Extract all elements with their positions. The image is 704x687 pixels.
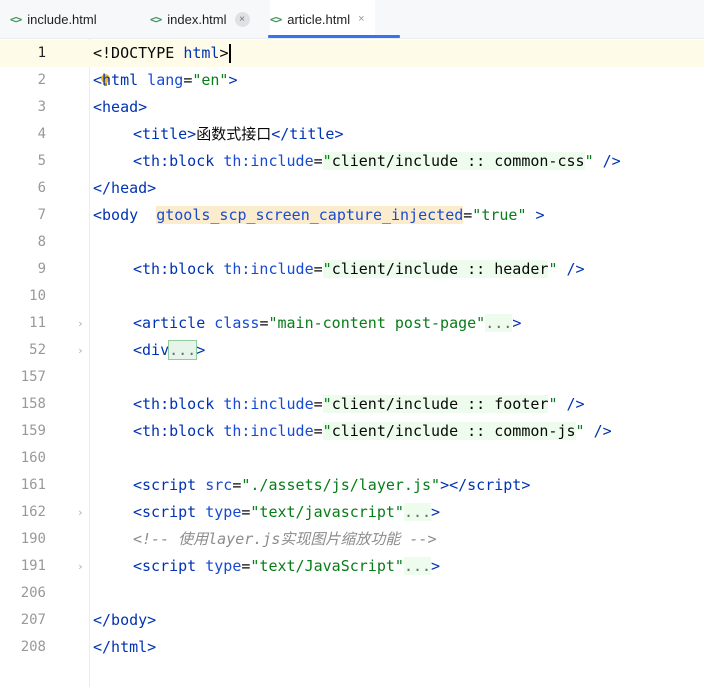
- line-number: 158: [20, 396, 46, 412]
- code-line[interactable]: 9 <th:block th:include="client/include :…: [0, 256, 704, 283]
- code-text: </html>: [93, 638, 157, 656]
- line-number: 159: [20, 423, 46, 439]
- code-line[interactable]: 4 <title>函数式接口</title>: [0, 121, 704, 148]
- code-line[interactable]: 7 <body gtools_scp_screen_capture_inject…: [0, 202, 704, 229]
- editor-tab-bar: <> include.html <> index.html × <> artic…: [0, 0, 704, 39]
- folded-region: ...: [485, 314, 513, 332]
- fold-expand-icon[interactable]: ›: [77, 337, 84, 364]
- line-number: 5: [37, 153, 46, 169]
- code-line[interactable]: 208 </html>: [0, 634, 704, 661]
- close-icon[interactable]: ×: [358, 13, 364, 25]
- line-number: 157: [20, 369, 46, 385]
- code-editor[interactable]: 1 <!DOCTYPE html> 2 <html lang="en"> 3 <…: [0, 39, 704, 687]
- line-number: 208: [20, 639, 46, 655]
- code-text: <script src="./assets/js/layer.js"></scr…: [133, 476, 531, 494]
- code-text: <title>函数式接口</title>: [133, 125, 344, 143]
- code-line[interactable]: 162 › <script type="text/javascript"...>: [0, 499, 704, 526]
- html-tag-icon: <>: [150, 12, 162, 26]
- line-number: 162: [20, 504, 46, 520]
- code-line[interactable]: 207 </body>: [0, 607, 704, 634]
- code-text: <script type="text/JavaScript"...>: [133, 557, 441, 575]
- tab-index-html[interactable]: <> index.html ×: [150, 0, 250, 38]
- tab-label: index.html: [167, 11, 227, 27]
- line-number: 4: [37, 126, 46, 142]
- line-number: 160: [20, 450, 46, 466]
- line-number: 11: [29, 315, 46, 331]
- code-text: <th:block th:include="client/include :: …: [133, 422, 612, 440]
- line-number: 2: [37, 72, 46, 88]
- code-line[interactable]: 11 › <article class="main-content post-p…: [0, 310, 704, 337]
- tab-include-html[interactable]: <> include.html: [10, 0, 97, 38]
- line-number: 10: [29, 288, 46, 304]
- code-line[interactable]: 1 <!DOCTYPE html>: [0, 40, 704, 67]
- line-number: 8: [37, 234, 46, 250]
- code-text: <!DOCTYPE html>: [93, 40, 232, 67]
- code-text: <th:block th:include="client/include :: …: [133, 395, 585, 413]
- code-text: <th:block th:include="client/include :: …: [133, 260, 585, 278]
- code-text: <div...>: [133, 340, 206, 360]
- active-tab-indicator: [268, 35, 400, 38]
- folded-region: ...: [168, 340, 198, 360]
- line-number: 52: [29, 342, 46, 358]
- code-text: <th:block th:include="client/include :: …: [133, 152, 621, 170]
- code-line[interactable]: 52 › <div...>: [0, 337, 704, 364]
- line-number: 191: [20, 558, 46, 574]
- html-tag-icon: <>: [10, 12, 22, 26]
- tab-label: article.html: [287, 11, 351, 27]
- line-number: 161: [20, 477, 46, 493]
- code-comment: <!-- 使用layer.js实现图片缩放功能 -->: [133, 530, 437, 548]
- line-number: 1: [37, 45, 46, 61]
- code-line[interactable]: 3 <head>: [0, 94, 704, 121]
- code-line[interactable]: 161 <script src="./assets/js/layer.js"><…: [0, 472, 704, 499]
- text-caret: [229, 44, 232, 63]
- code-line[interactable]: 160: [0, 445, 704, 472]
- close-icon[interactable]: ×: [234, 11, 250, 27]
- line-number: 206: [20, 585, 46, 601]
- tab-label: include.html: [27, 11, 97, 27]
- code-text: <script type="text/javascript"...>: [133, 503, 441, 521]
- fold-expand-icon[interactable]: ›: [77, 553, 84, 580]
- code-line[interactable]: 10: [0, 283, 704, 310]
- code-text: <head>: [93, 98, 148, 116]
- code-text: <html lang="en">: [93, 71, 238, 89]
- folded-region: ...: [403, 503, 432, 521]
- code-line[interactable]: 2 <html lang="en">: [0, 67, 704, 94]
- fold-expand-icon[interactable]: ›: [77, 310, 84, 337]
- code-text: <article class="main-content post-page".…: [133, 314, 522, 332]
- tab-article-html[interactable]: <> article.html ×: [270, 0, 375, 38]
- code-line[interactable]: 159 <th:block th:include="client/include…: [0, 418, 704, 445]
- code-text: </body>: [93, 611, 157, 629]
- line-number: 9: [37, 261, 46, 277]
- folded-region: ...: [403, 557, 432, 575]
- code-line[interactable]: 8: [0, 229, 704, 256]
- line-number: 190: [20, 531, 46, 547]
- code-line[interactable]: 157: [0, 364, 704, 391]
- html-tag-icon: <>: [270, 12, 282, 26]
- fold-expand-icon[interactable]: ›: [77, 499, 84, 526]
- code-line[interactable]: 5 <th:block th:include="client/include :…: [0, 148, 704, 175]
- code-text: </head>: [93, 179, 157, 197]
- line-number: 207: [20, 612, 46, 628]
- code-line[interactable]: 6 </head>: [0, 175, 704, 202]
- code-text: <body gtools_scp_screen_capture_injected…: [93, 206, 545, 224]
- code-line[interactable]: 206: [0, 580, 704, 607]
- line-number: 7: [37, 207, 46, 223]
- line-number: 6: [37, 180, 46, 196]
- code-line[interactable]: 158 <th:block th:include="client/include…: [0, 391, 704, 418]
- code-line[interactable]: 191 › <script type="text/JavaScript"...>: [0, 553, 704, 580]
- line-number: 3: [37, 99, 46, 115]
- code-line[interactable]: 190 <!-- 使用layer.js实现图片缩放功能 -->: [0, 526, 704, 553]
